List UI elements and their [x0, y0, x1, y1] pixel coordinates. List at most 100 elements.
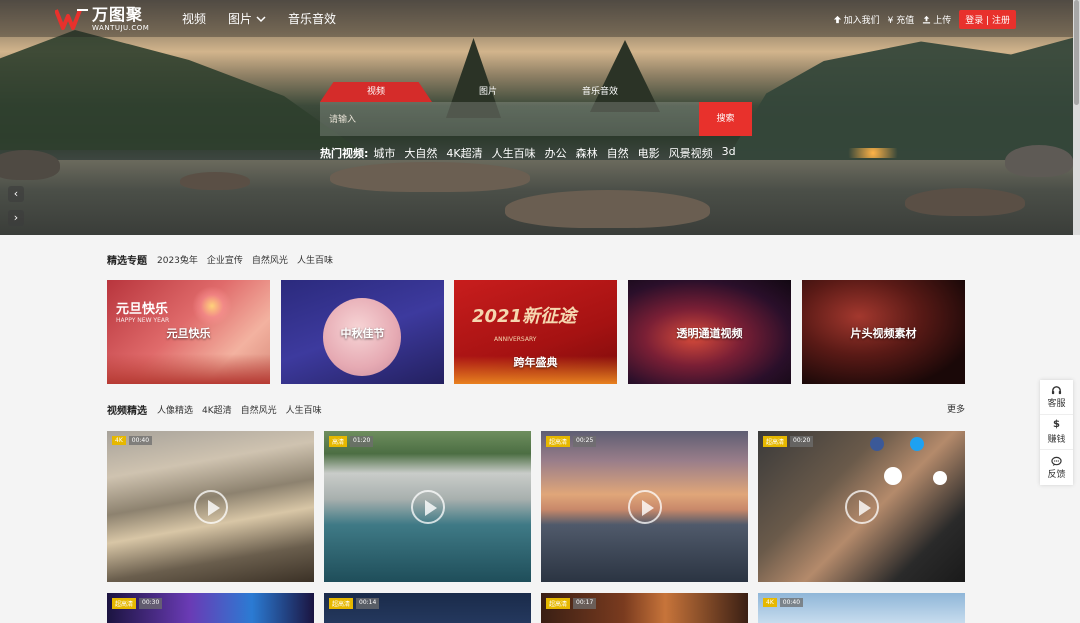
search-button[interactable]: 搜索 [699, 102, 752, 136]
hot-item[interactable]: 4K超清 [446, 145, 482, 161]
video-card[interactable]: 超高清 00:20 [758, 431, 965, 582]
videos-tag[interactable]: 4K超清 [202, 403, 232, 416]
topic-deco-sub: ANNIVERSARY [494, 336, 537, 343]
join-us-link[interactable]: 加入我们 [833, 13, 880, 26]
topic-label: 元旦快乐 [166, 327, 211, 340]
video-badge: 4K 00:40 [763, 598, 804, 607]
video-badge: 超高清 00:20 [763, 436, 814, 447]
main-nav: 视频 图片 音乐音效 [182, 10, 336, 27]
videos-tag[interactable]: 人生百味 [286, 403, 322, 416]
topic-label: 片头视频素材 [850, 327, 917, 340]
upload-link[interactable]: 上传 [922, 13, 951, 26]
login-register-button[interactable]: 登录 | 注册 [959, 10, 1016, 29]
videos-tag[interactable]: 人像精选 [157, 403, 193, 416]
video-card[interactable]: 高清 01:20 [324, 431, 531, 582]
topic-card-alpha-channel[interactable]: 透明通道视频 [628, 280, 791, 384]
hot-item[interactable]: 自然 [607, 145, 629, 161]
quality-tag: 超高清 [763, 436, 788, 447]
nav-label: 视频 [182, 12, 207, 26]
logo-text: 万图聚 [92, 4, 144, 24]
customer-service-button[interactable]: 客服 [1040, 380, 1073, 415]
facebook-icon [870, 437, 884, 451]
play-icon[interactable] [627, 489, 662, 524]
featured-tag[interactable]: 人生百味 [297, 253, 333, 266]
featured-tag[interactable]: 自然风光 [252, 253, 288, 266]
hot-videos: 热门视频: 城市 大自然 4K超清 人生百味 办公 森林 自然 电影 风景视频 … [320, 145, 736, 161]
rock [180, 172, 250, 190]
nav-label: 音乐音效 [288, 12, 337, 26]
video-card[interactable]: 4K 00:40 [758, 593, 965, 623]
firework [192, 286, 232, 326]
video-card[interactable]: 超高清 00:30 [107, 593, 314, 623]
quality-tag: 超高清 [546, 598, 571, 609]
topic-card-mid-autumn[interactable]: 中秋佳节 [281, 280, 444, 384]
hot-item[interactable]: 城市 [373, 145, 395, 161]
rock [905, 188, 1025, 216]
feedback-button[interactable]: 反馈 [1040, 450, 1073, 485]
earn-money-button[interactable]: $ 赚钱 [1040, 415, 1073, 450]
side-toolbar: 客服 $ 赚钱 反馈 [1040, 380, 1073, 485]
rock [505, 190, 710, 228]
mountain-left [0, 30, 360, 150]
carousel-prev-button[interactable]: ‹ [8, 186, 24, 202]
page-scrollbar[interactable] [1073, 0, 1080, 235]
google-plus-icon [933, 471, 947, 485]
hot-item[interactable]: 办公 [545, 145, 567, 161]
hot-item[interactable]: 大自然 [404, 145, 437, 161]
play-icon[interactable] [844, 489, 879, 524]
nav-item-video[interactable]: 视频 [182, 10, 206, 27]
chat-icon [1051, 456, 1062, 466]
duration-tag: 01:20 [350, 436, 374, 447]
search-input[interactable] [320, 102, 699, 136]
search-tab-video[interactable]: 视频 [320, 82, 432, 102]
quality-tag: 超高清 [546, 436, 571, 447]
logo-domain: WANTUJU.COM [92, 23, 150, 32]
video-card[interactable]: 超高清 00:25 [541, 431, 748, 582]
carousel-next-button[interactable]: › [8, 210, 24, 226]
video-card[interactable]: 超高清 00:17 [541, 593, 748, 623]
topic-deco-text: 2021新征途 [472, 306, 577, 327]
video-card[interactable]: 超高清 00:14 [324, 593, 531, 623]
video-card[interactable]: 4K 00:40 [107, 431, 314, 582]
hot-item[interactable]: 电影 [638, 145, 660, 161]
topic-card-intro[interactable]: 片头视频素材 [802, 280, 965, 384]
featured-tag[interactable]: 企业宣传 [207, 253, 243, 266]
play-icon[interactable] [193, 489, 228, 524]
scrollbar-thumb[interactable] [1074, 0, 1079, 105]
search-tab-images[interactable]: 图片 [432, 82, 544, 102]
headset-icon [1051, 386, 1062, 395]
tool-label: 反馈 [1047, 469, 1066, 480]
top-header: 万图聚 WANTUJU.COM 视频 图片 音乐音效 加入我们 ¥ 充值 上传 … [0, 0, 1073, 37]
play-icon[interactable] [410, 489, 445, 524]
hot-item[interactable]: 森林 [576, 145, 598, 161]
topic-label: 跨年盛典 [513, 356, 558, 369]
featured-tag[interactable]: 2023兔年 [157, 253, 198, 266]
more-link[interactable]: 更多 [947, 402, 965, 415]
nav-item-images[interactable]: 图片 [228, 10, 266, 27]
topic-deco-text: 元旦快乐 [116, 302, 169, 317]
mountain-right [723, 35, 1073, 165]
site-logo[interactable]: 万图聚 WANTUJU.COM [54, 4, 150, 34]
recharge-link[interactable]: ¥ 充值 [888, 13, 915, 26]
nav-item-music[interactable]: 音乐音效 [288, 10, 336, 27]
video-badge: 超高清 00:17 [546, 598, 597, 609]
hot-item[interactable]: 3d [722, 145, 736, 161]
nav-label: 图片 [228, 12, 253, 26]
tool-label: 赚钱 [1047, 434, 1066, 445]
chevron-down-icon [256, 15, 266, 22]
hot-item[interactable]: 风景视频 [669, 145, 713, 161]
upload-label: 上传 [933, 16, 952, 26]
search-tabs: 视频 图片 音乐音效 [320, 82, 752, 102]
videos-header: 视频精选 人像精选 4K超清 自然风光 人生百味 [107, 402, 322, 417]
quality-tag: 4K [112, 436, 126, 445]
video-badge: 高清 01:20 [329, 436, 374, 447]
topic-card-new-year[interactable]: 元旦快乐 HAPPY NEW YEAR 元旦快乐 [107, 280, 270, 384]
hot-item[interactable]: 人生百味 [492, 145, 536, 161]
duration-tag: 00:17 [573, 598, 597, 609]
hot-videos-label: 热门视频: [320, 147, 369, 160]
topic-card-countdown[interactable]: 2021新征途 ANNIVERSARY 跨年盛典 [454, 280, 617, 384]
videos-tag[interactable]: 自然风光 [241, 403, 277, 416]
quality-tag: 超高清 [112, 598, 137, 609]
search-tab-music[interactable]: 音乐音效 [544, 82, 656, 102]
topic-label: 透明通道视频 [676, 327, 743, 340]
